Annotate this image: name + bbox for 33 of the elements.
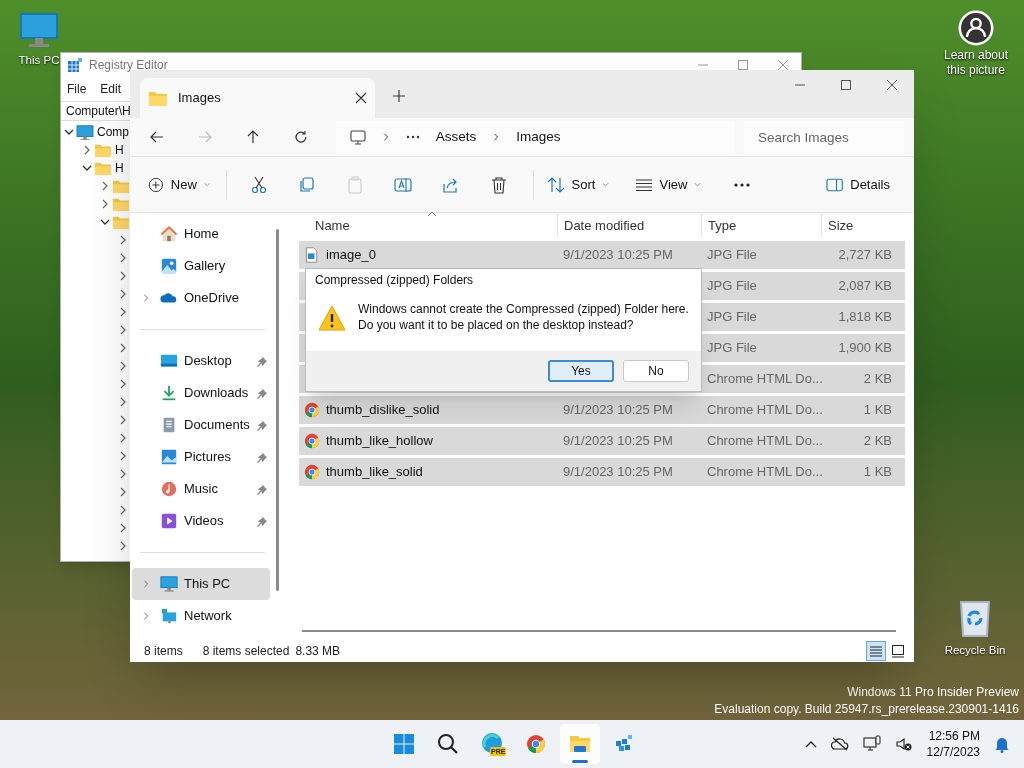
- file-type: Chrome HTML Do...: [707, 371, 823, 387]
- file-name: image_0: [326, 246, 376, 265]
- status-text: 8.33 MB: [295, 643, 341, 660]
- dialog-message: Do you want it to be placed on the desktop instead?: [358, 317, 635, 333]
- file-type: JPG File: [707, 247, 757, 263]
- file-type: JPG File: [707, 278, 757, 294]
- file-name: thumb_dislike_solid: [326, 401, 440, 420]
- window-title: Registry Editor: [89, 57, 168, 74]
- watermark-text: Windows 11 Pro Insider Preview: [847, 684, 1019, 701]
- file-type: Chrome HTML Do...: [707, 464, 823, 480]
- file-size: 1,818 KB: [838, 308, 892, 327]
- file-size: 2 KB: [863, 432, 892, 451]
- file-size: 1 KB: [863, 401, 892, 420]
- date-modified: 9/1/2023 10:25 PM: [563, 402, 673, 418]
- file-type: JPG File: [707, 340, 757, 356]
- status-text: 8 items: [144, 643, 183, 660]
- dialog-message: Windows cannot create the Compressed (zipped) Folder here.: [358, 301, 689, 317]
- file-size: 1,900 KB: [838, 339, 892, 358]
- date-modified: 9/1/2023 10:25 PM: [563, 433, 673, 449]
- file-size: 2,087 KB: [838, 277, 892, 296]
- file-size: 2 KB: [863, 370, 892, 389]
- dialog-title: Compressed (zipped) Folders: [315, 272, 474, 289]
- date-modified: 9/1/2023 10:25 PM: [563, 464, 673, 480]
- file-size: 2,727 KB: [838, 246, 892, 265]
- file-name: thumb_like_solid: [326, 463, 423, 482]
- file-size: 1 KB: [863, 463, 892, 482]
- file-name: thumb_like_hollow: [326, 432, 433, 451]
- file-type: Chrome HTML Do...: [707, 433, 823, 449]
- file-type: JPG File: [707, 309, 757, 325]
- status-text: 8 items selected: [202, 643, 290, 660]
- watermark-text: Evaluation copy. Build 25947.rs_prerelease.230901-1416: [714, 701, 1019, 718]
- file-type: Chrome HTML Do...: [707, 402, 823, 418]
- date-modified: 9/1/2023 10:25 PM: [563, 247, 673, 263]
